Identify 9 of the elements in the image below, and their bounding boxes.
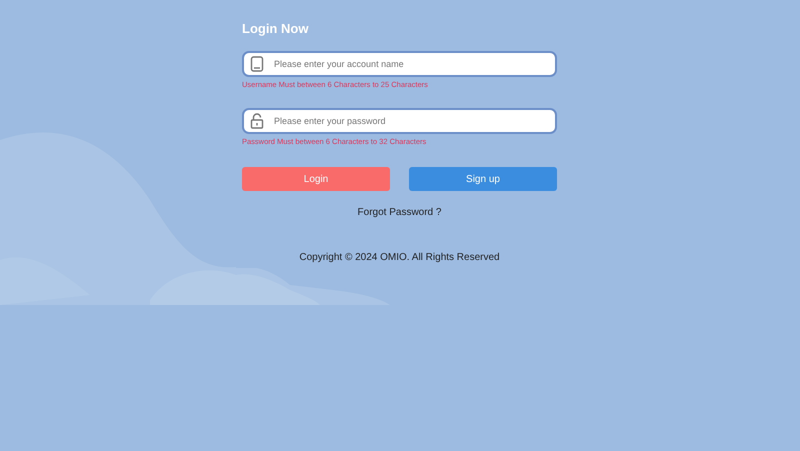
copyright-text: Copyright © 2024 OMIO. All Rights Reserved <box>299 251 500 265</box>
form-title: Login Now <box>242 20 308 38</box>
sign-up-button[interactable]: Sign up <box>409 167 557 191</box>
unlocked-padlock-icon <box>250 113 264 129</box>
input-field[interactable]: Please enter your password <box>242 108 557 134</box>
tablet-icon <box>250 56 264 72</box>
login-button[interactable]: Login <box>242 167 390 191</box>
forgot-password-link[interactable]: Forgot Password ? <box>358 205 442 220</box>
input-field[interactable]: Please enter your account name <box>242 51 557 77</box>
